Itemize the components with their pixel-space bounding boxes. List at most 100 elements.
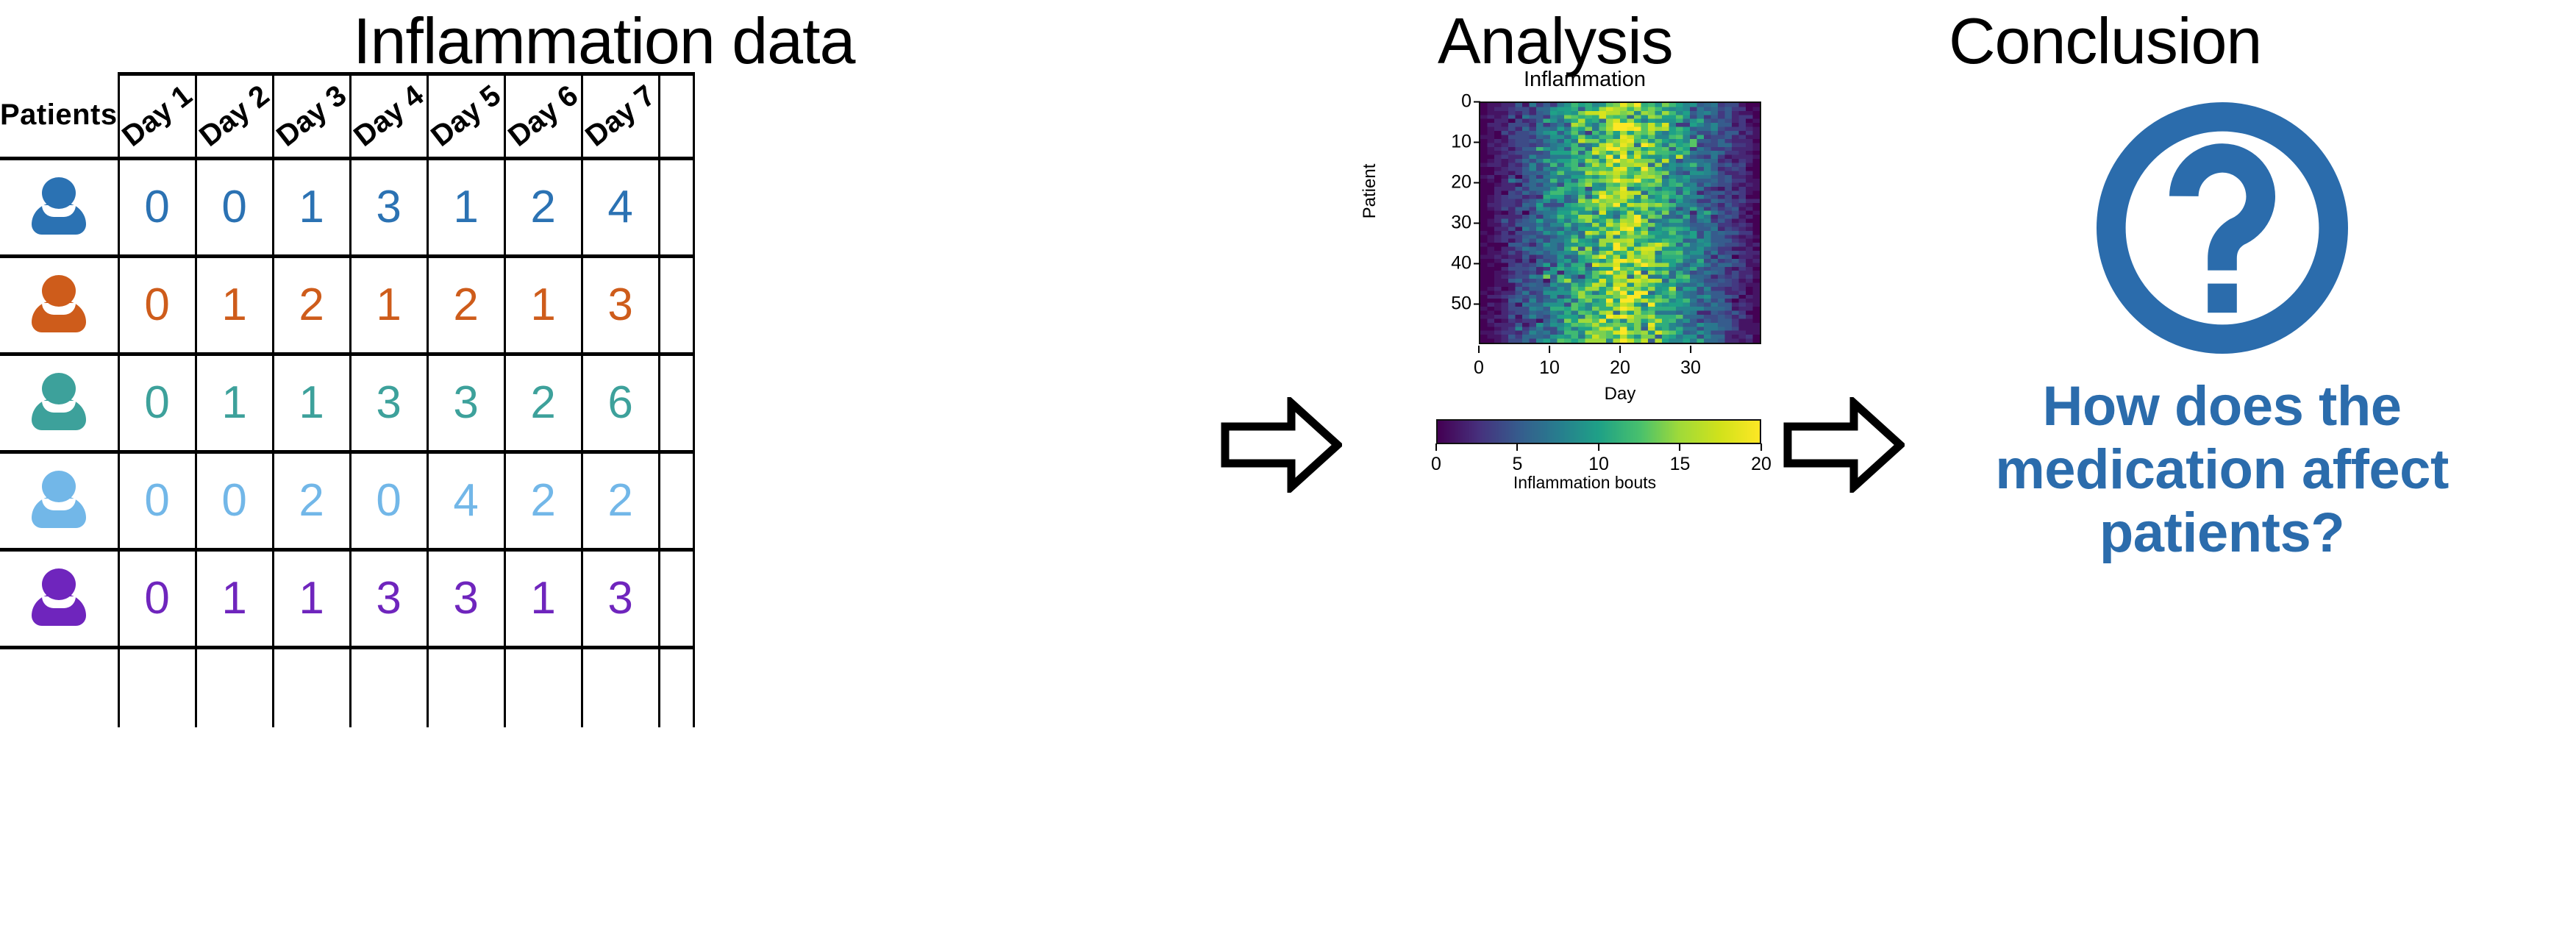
data-cell-r1-d4: 3 — [349, 157, 429, 257]
heatmap-y-tick-label: 0 — [1461, 91, 1480, 113]
heatmap-x-tick-label: 0 — [1474, 346, 1484, 379]
data-cell-r3-d4: 3 — [349, 352, 429, 452]
y-tick-mark — [1474, 303, 1480, 304]
cell-value: 6 — [607, 377, 633, 428]
figure-title: Inflammation — [1523, 68, 1646, 91]
patients-header-label: Patients — [0, 99, 118, 132]
data-cell-r5-d6: 1 — [503, 548, 583, 648]
data-cell-r4-d3: 2 — [271, 450, 352, 550]
data-cell-empty — [657, 646, 695, 727]
data-cell-empty — [503, 646, 583, 727]
cell-value: 0 — [144, 573, 170, 624]
cell-value: 0 — [144, 182, 170, 232]
data-cell-r2-d3: 2 — [271, 254, 352, 354]
colorbar-tick-mark — [1598, 443, 1599, 451]
data-cell-overflow — [657, 254, 695, 354]
cell-value: 0 — [144, 279, 170, 330]
day-header-cell-5: Day 5 — [424, 72, 507, 159]
colorbar-tick-label: 0 — [1431, 443, 1441, 475]
day-header-label: Day 5 — [424, 79, 507, 153]
data-cell-overflow — [657, 352, 695, 452]
cell-value: 1 — [530, 573, 556, 624]
day-header-cell-2: Day 2 — [193, 72, 275, 159]
cell-value: 3 — [453, 573, 479, 624]
day-header-cell-7: Day 7 — [579, 72, 661, 159]
inflammation-data-table-panel: Patients Day 1 Day 2 Day 3 Day 4 Day 5 Day 6 Da… — [0, 72, 1184, 874]
question-mark-icon — [2090, 96, 2355, 360]
colorbar — [1436, 419, 1761, 444]
data-cell-r5-d2: 1 — [194, 548, 274, 648]
data-cell-r5-d5: 3 — [426, 548, 506, 648]
cell-value: 1 — [221, 573, 247, 624]
heatmap-x-tick-label: 10 — [1539, 346, 1560, 379]
data-cell-r4-d6: 2 — [503, 450, 583, 550]
x-tick-mark — [1619, 346, 1621, 353]
table-row: 0113313 — [0, 548, 695, 648]
data-cell-overflow — [657, 157, 695, 257]
day-header-label: Day 2 — [193, 79, 275, 153]
patient-icon-cell — [0, 254, 119, 354]
y-tick-mark — [1474, 101, 1480, 102]
day-header-label: Day 7 — [579, 79, 661, 153]
data-cell-r2-d5: 2 — [426, 254, 506, 354]
cell-value: 1 — [299, 377, 324, 428]
day-header-cell-1: Day 1 — [115, 72, 198, 159]
data-cell-empty — [349, 646, 429, 727]
heatmap-y-tick-label: 50 — [1451, 293, 1480, 315]
x-tick-mark — [1478, 346, 1480, 353]
heatmap-x-tick-label: 30 — [1680, 346, 1701, 379]
data-cell-empty — [271, 646, 352, 727]
day-header-label: Day 1 — [115, 79, 198, 153]
x-tick-mark — [1690, 346, 1691, 353]
data-cell-empty — [117, 646, 197, 727]
data-cell-r3-d6: 2 — [503, 352, 583, 452]
cell-value: 0 — [144, 475, 170, 526]
patient-icon-cell — [0, 548, 119, 648]
patient-icon-cell — [0, 352, 119, 452]
arrow-right-icon-data-to-analysis — [1221, 393, 1344, 496]
cell-value: 3 — [376, 573, 402, 624]
table-header-row: Patients Day 1 Day 2 Day 3 Day 4 Day 5 Day 6 Da… — [0, 72, 695, 159]
heatmap-y-axis-ticks: 0 10 20 30 40 50 — [1413, 91, 1480, 344]
colorbar-label: Inflammation bouts — [1513, 473, 1657, 492]
y-tick-mark — [1474, 263, 1480, 264]
day-header-cell-overflow — [657, 72, 695, 159]
patients-header-cell: Patients — [0, 74, 118, 159]
x-tick-mark — [1549, 346, 1550, 353]
analysis-figure-panel: Inflammation 0 10 20 30 40 50 Patient 0 10 20 30… — [1349, 59, 1820, 945]
colorbar-tick-mark — [1435, 443, 1437, 451]
data-cell-r5-d4: 3 — [349, 548, 429, 648]
table-row: 0121213 — [0, 254, 695, 354]
patient-icon-cell — [0, 450, 119, 550]
cell-value: 3 — [376, 377, 402, 428]
colorbar-tick-label: 10 — [1588, 443, 1609, 475]
cell-value: 1 — [453, 182, 479, 232]
data-cell-r1-d1: 0 — [117, 157, 197, 257]
cell-value: 1 — [221, 279, 247, 330]
data-cell-empty — [426, 646, 506, 727]
table-row-partial — [0, 646, 695, 727]
y-tick-mark — [1474, 182, 1480, 183]
cell-value: 0 — [221, 182, 247, 232]
data-cell-r4-d7: 2 — [580, 450, 660, 550]
cell-value: 4 — [453, 475, 479, 526]
cell-value: 2 — [299, 279, 324, 330]
data-cell-r1-d6: 2 — [503, 157, 583, 257]
data-cell-r2-d1: 0 — [117, 254, 197, 354]
cell-value: 3 — [453, 377, 479, 428]
heatmap-x-axis-ticks: 0 10 20 30 — [1474, 346, 1761, 381]
day-header-cell-4: Day 4 — [348, 72, 429, 159]
data-cell-r3-d7: 6 — [580, 352, 660, 452]
day-header-cell-6: Day 6 — [502, 72, 584, 159]
data-cell-r1-d7: 4 — [580, 157, 660, 257]
panel-title-inflammation-data: Inflammation data — [353, 4, 855, 77]
data-cell-r4-d4: 0 — [349, 450, 429, 550]
heatmap-plot-area — [1479, 101, 1761, 344]
table-row: 0 0 1 3 1 2 4 — [0, 157, 695, 257]
heatmap-y-tick-label: 40 — [1451, 253, 1480, 274]
data-cell-empty — [194, 646, 274, 727]
data-cell-r3-d3: 1 — [271, 352, 352, 452]
heatmap-x-tick-label: 20 — [1610, 346, 1630, 379]
cell-value: 4 — [607, 182, 633, 232]
day-header-cell-3: Day 3 — [271, 72, 352, 159]
